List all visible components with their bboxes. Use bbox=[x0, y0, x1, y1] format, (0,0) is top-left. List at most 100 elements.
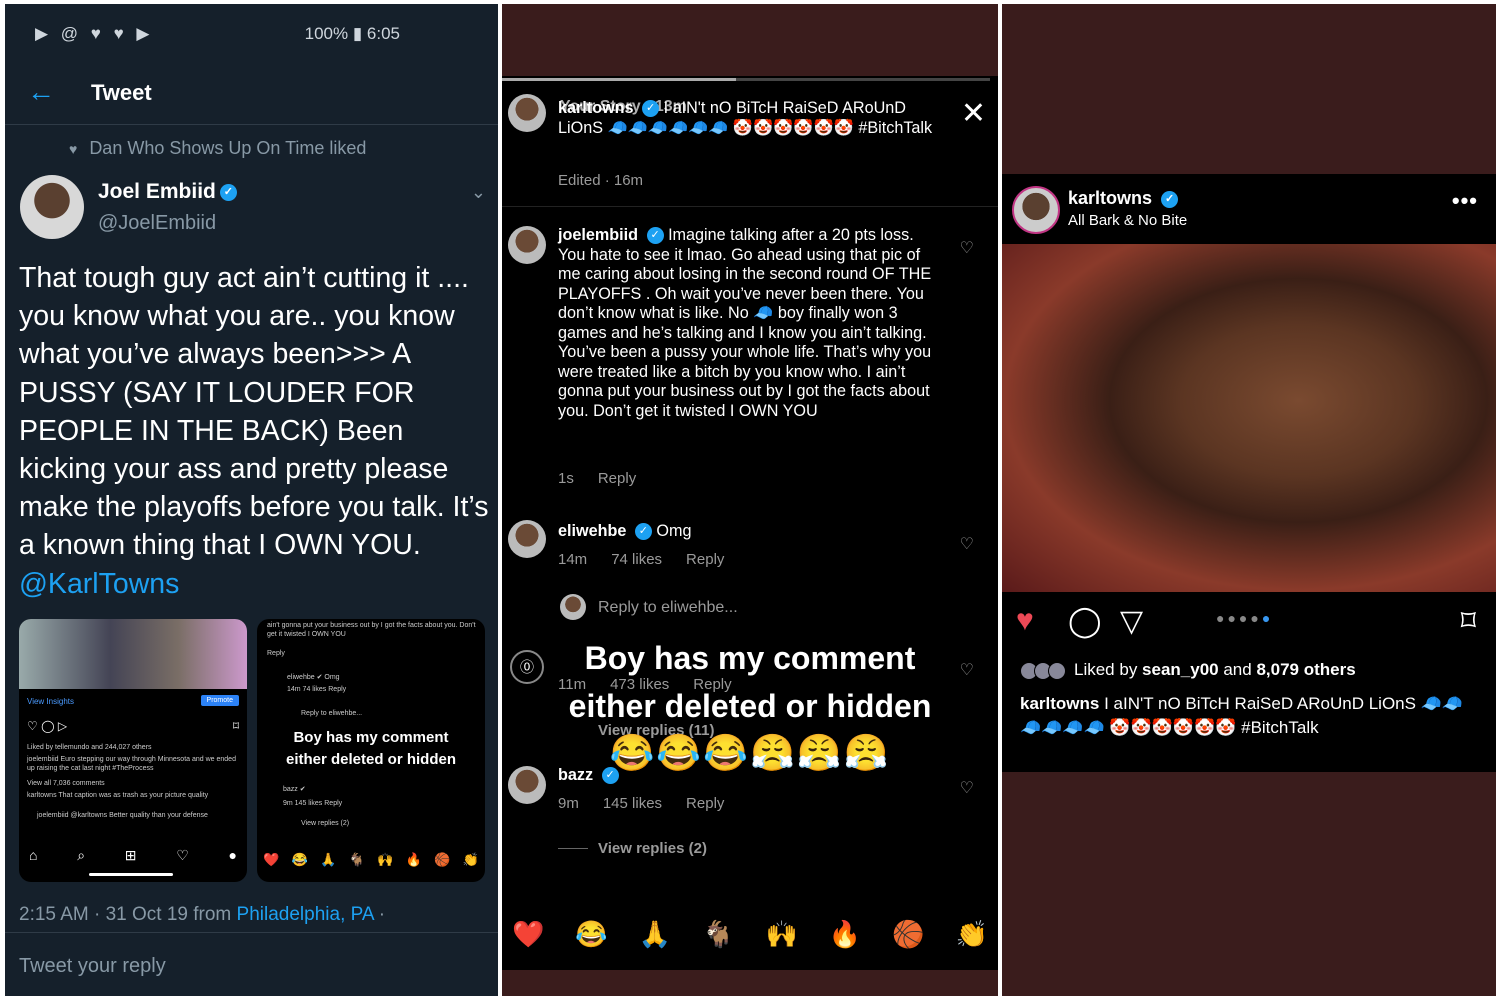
thumb2-reply: Reply bbox=[267, 650, 285, 657]
caption-username[interactable]: karltowns bbox=[1020, 694, 1099, 713]
tweet-header: ← Tweet bbox=[5, 66, 498, 125]
liked-notice: ♥ Dan Who Shows Up On Time liked bbox=[69, 138, 366, 159]
comment-meta: Edited · 16m bbox=[558, 172, 644, 189]
comment-time: 1s bbox=[558, 470, 574, 487]
reply-input[interactable]: Tweet your reply bbox=[19, 955, 166, 978]
reply-to-input[interactable]: Reply to eliwehbe... bbox=[598, 599, 738, 617]
status-bar: ▶ @ ♥ ♥ ▶ 100% ▮ 6:05 bbox=[5, 4, 498, 66]
tweet-meta: 2:15 AM · 31 Oct 19 from Philadelphia, P… bbox=[19, 904, 385, 926]
red-heart-emoji-icon[interactable]: ❤️ bbox=[512, 919, 544, 950]
thumb2-comment-1-meta: 14m 74 likes Reply bbox=[287, 686, 347, 693]
comment-eliwehbe: eliwehbe ✓ Omg bbox=[558, 522, 934, 542]
liked-by[interactable]: Liked by sean_y00 and 8,079 others bbox=[1020, 660, 1356, 680]
post-actions: ♥ ◯ ▽ ●●●●● ⌑ bbox=[1016, 604, 1482, 640]
instagram-post-panel: karltowns ✓ All Bark & No Bite ••• ♥ ◯ ▽… bbox=[1002, 4, 1496, 996]
view-insights-link: View Insights bbox=[27, 697, 74, 706]
comment-likes[interactable]: 74 likes bbox=[611, 551, 662, 568]
status-icons: ▶ @ ♥ ♥ ▶ bbox=[35, 24, 154, 43]
thumb-view-all: View all 7,036 comments bbox=[27, 780, 105, 787]
like-heart-icon[interactable]: ♡ bbox=[960, 534, 974, 554]
fire-emoji-icon: 🔥 bbox=[405, 852, 422, 867]
add-icon: ⊞ bbox=[124, 847, 137, 863]
avatar[interactable] bbox=[508, 766, 546, 804]
view-replies-link[interactable]: View replies (2) bbox=[598, 840, 707, 857]
mention-link[interactable]: @KarlTowns bbox=[19, 565, 489, 603]
carousel-dots-icon: ●●●●● bbox=[1216, 610, 1274, 626]
like-heart-icon[interactable]: ♡ bbox=[960, 778, 974, 798]
home-icon: ⌂ bbox=[29, 847, 38, 863]
thumb2-overlay: Boy has my comment either deleted or hid… bbox=[257, 727, 485, 771]
like-heart-icon[interactable]: ♥ bbox=[1016, 604, 1034, 638]
avatar[interactable] bbox=[508, 94, 546, 132]
laughing-emoji-icon[interactable]: 😂 bbox=[575, 919, 607, 950]
author-handle[interactable]: @JoelEmbiid bbox=[98, 212, 216, 235]
comment-text: Omg bbox=[656, 522, 692, 540]
thumb2-reaction-bar: ❤️ 😂 🙏 🐐 🙌 🔥 🏀 👏 bbox=[263, 852, 479, 868]
twitter-panel: ▶ @ ♥ ♥ ▶ 100% ▮ 6:05 ← Tweet ♥ Dan Who S… bbox=[5, 4, 498, 996]
story-screen: Your Story · 13m ✕ karltowns ✓ I aIN't n… bbox=[502, 76, 998, 970]
avatar[interactable] bbox=[20, 175, 84, 239]
tweet-image-2[interactable]: ain't gonna put your business out by I g… bbox=[257, 619, 485, 882]
replies-divider bbox=[558, 848, 588, 849]
avatar[interactable] bbox=[1012, 186, 1060, 234]
thumb-nav-bar: ⌂ ⌕ ⊞ ♡ ● bbox=[29, 847, 237, 864]
post-photo[interactable] bbox=[1002, 244, 1496, 592]
post-username-text: karltowns bbox=[1068, 188, 1153, 208]
reply-bar[interactable]: Tweet your reply bbox=[5, 932, 498, 996]
thumb2-comment-2: bazz ✔ bbox=[283, 786, 306, 793]
basketball-emoji-icon: 🏀 bbox=[434, 852, 451, 867]
praying-hands-emoji-icon[interactable]: 🙏 bbox=[639, 919, 671, 950]
tweet-text: That tough guy act ain’t cutting it ....… bbox=[19, 259, 489, 603]
liked-count[interactable]: 8,079 others bbox=[1256, 660, 1355, 679]
post-location[interactable]: All Bark & No Bite bbox=[1068, 212, 1187, 229]
verified-icon: ✓ bbox=[601, 767, 619, 785]
comment-joelembiid: joelembiid ✓ Imagine talking after a 20 … bbox=[558, 226, 934, 421]
thumb-comment-1: karltowns That caption was as trash as y… bbox=[27, 792, 209, 799]
avatar bbox=[560, 594, 586, 620]
reply-button[interactable]: Reply bbox=[686, 795, 724, 812]
bookmark-icon[interactable]: ⌑ bbox=[1461, 604, 1476, 639]
search-icon: ⌕ bbox=[77, 847, 86, 863]
thumb2-view-replies: View replies (2) bbox=[301, 820, 350, 827]
laughing-emoji-icon: 😂 bbox=[291, 852, 308, 867]
close-icon[interactable]: ✕ bbox=[961, 96, 986, 131]
clapping-emoji-icon[interactable]: 👏 bbox=[956, 919, 988, 950]
like-heart-icon[interactable]: ♡ bbox=[960, 238, 974, 258]
heart-icon: ♡ bbox=[176, 847, 189, 863]
comment-username[interactable]: joelembiid bbox=[558, 226, 638, 244]
goat-emoji-icon[interactable]: 🐐 bbox=[702, 919, 734, 950]
comment-icon[interactable]: ◯ bbox=[1068, 604, 1102, 639]
liked-user[interactable]: sean_y00 bbox=[1142, 660, 1219, 679]
comment-username[interactable]: karltowns bbox=[558, 99, 634, 117]
liked-by-prefix: Liked by bbox=[1074, 660, 1143, 679]
chevron-down-icon[interactable]: ⌄ bbox=[471, 182, 486, 203]
back-arrow-icon[interactable]: ← bbox=[27, 76, 55, 108]
goat-emoji-icon: 🐐 bbox=[348, 852, 365, 867]
thumb2-top-text: ain't gonna put your business out by I g… bbox=[267, 622, 476, 638]
fire-emoji-icon[interactable]: 🔥 bbox=[829, 919, 861, 950]
tweet-timestamp: 2:15 AM · 31 Oct 19 from bbox=[19, 904, 237, 925]
story-progress-fill bbox=[502, 78, 737, 81]
share-icon[interactable]: ▽ bbox=[1120, 604, 1143, 639]
basketball-emoji-icon[interactable]: 🏀 bbox=[892, 919, 924, 950]
thumb2-overlay-line-1: Boy has my comment bbox=[293, 729, 449, 746]
comment-text: Imagine talking after a 20 pts loss. You… bbox=[558, 226, 932, 420]
thumb2-comment-1: eliwehbe ✔ Omg bbox=[287, 674, 340, 681]
more-options-icon[interactable]: ••• bbox=[1452, 188, 1478, 214]
liked-and: and bbox=[1218, 660, 1257, 679]
raised-hands-emoji-icon[interactable]: 🙌 bbox=[766, 919, 798, 950]
comment-username[interactable]: bazz bbox=[558, 766, 593, 784]
comment-username[interactable]: eliwehbe bbox=[558, 522, 626, 540]
comment-likes[interactable]: 145 likes bbox=[603, 795, 662, 812]
reply-button[interactable]: Reply bbox=[686, 551, 724, 568]
avatar[interactable] bbox=[508, 226, 546, 264]
author-name[interactable]: Joel Embiid ✓ bbox=[98, 180, 237, 204]
tweet-location-link[interactable]: Philadelphia, PA bbox=[237, 904, 374, 925]
reply-button[interactable]: Reply bbox=[598, 470, 636, 487]
thumbnail-photo bbox=[19, 619, 247, 689]
tweet-image-1[interactable]: View Insights Promote ♡ ◯ ▷ ⌑ Liked by te… bbox=[19, 619, 247, 882]
verified-icon: ✓ bbox=[634, 523, 652, 541]
post-username[interactable]: karltowns ✓ bbox=[1068, 188, 1179, 209]
avatar[interactable] bbox=[508, 520, 546, 558]
red-heart-emoji-icon: ❤️ bbox=[263, 852, 280, 867]
